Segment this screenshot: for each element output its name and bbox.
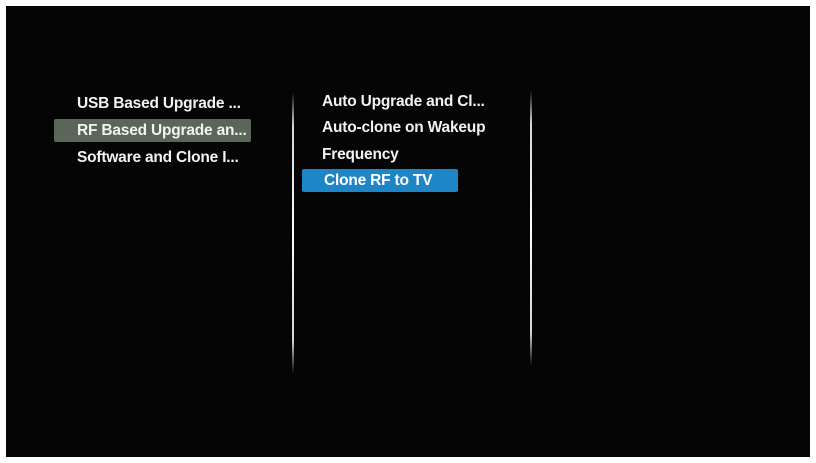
column-divider-right — [530, 90, 532, 366]
submenu-item-frequency[interactable]: Frequency — [322, 143, 399, 166]
column-divider-left — [292, 92, 294, 374]
submenu-item-clone-rf-to-tv[interactable]: Clone RF to TV — [302, 169, 458, 192]
menu-item-usb-based-upgrade[interactable]: USB Based Upgrade ... — [76, 92, 241, 115]
menu-item-software-and-clone-info[interactable]: Software and Clone I... — [76, 146, 239, 169]
tv-screen: USB Based Upgrade ... RF Based Upgrade a… — [6, 6, 810, 457]
menu-item-rf-based-upgrade[interactable]: RF Based Upgrade an... — [54, 119, 251, 142]
submenu-item-auto-upgrade-and-clone[interactable]: Auto Upgrade and Cl... — [322, 90, 485, 113]
submenu-item-auto-clone-on-wakeup[interactable]: Auto-clone on Wakeup — [322, 116, 486, 139]
